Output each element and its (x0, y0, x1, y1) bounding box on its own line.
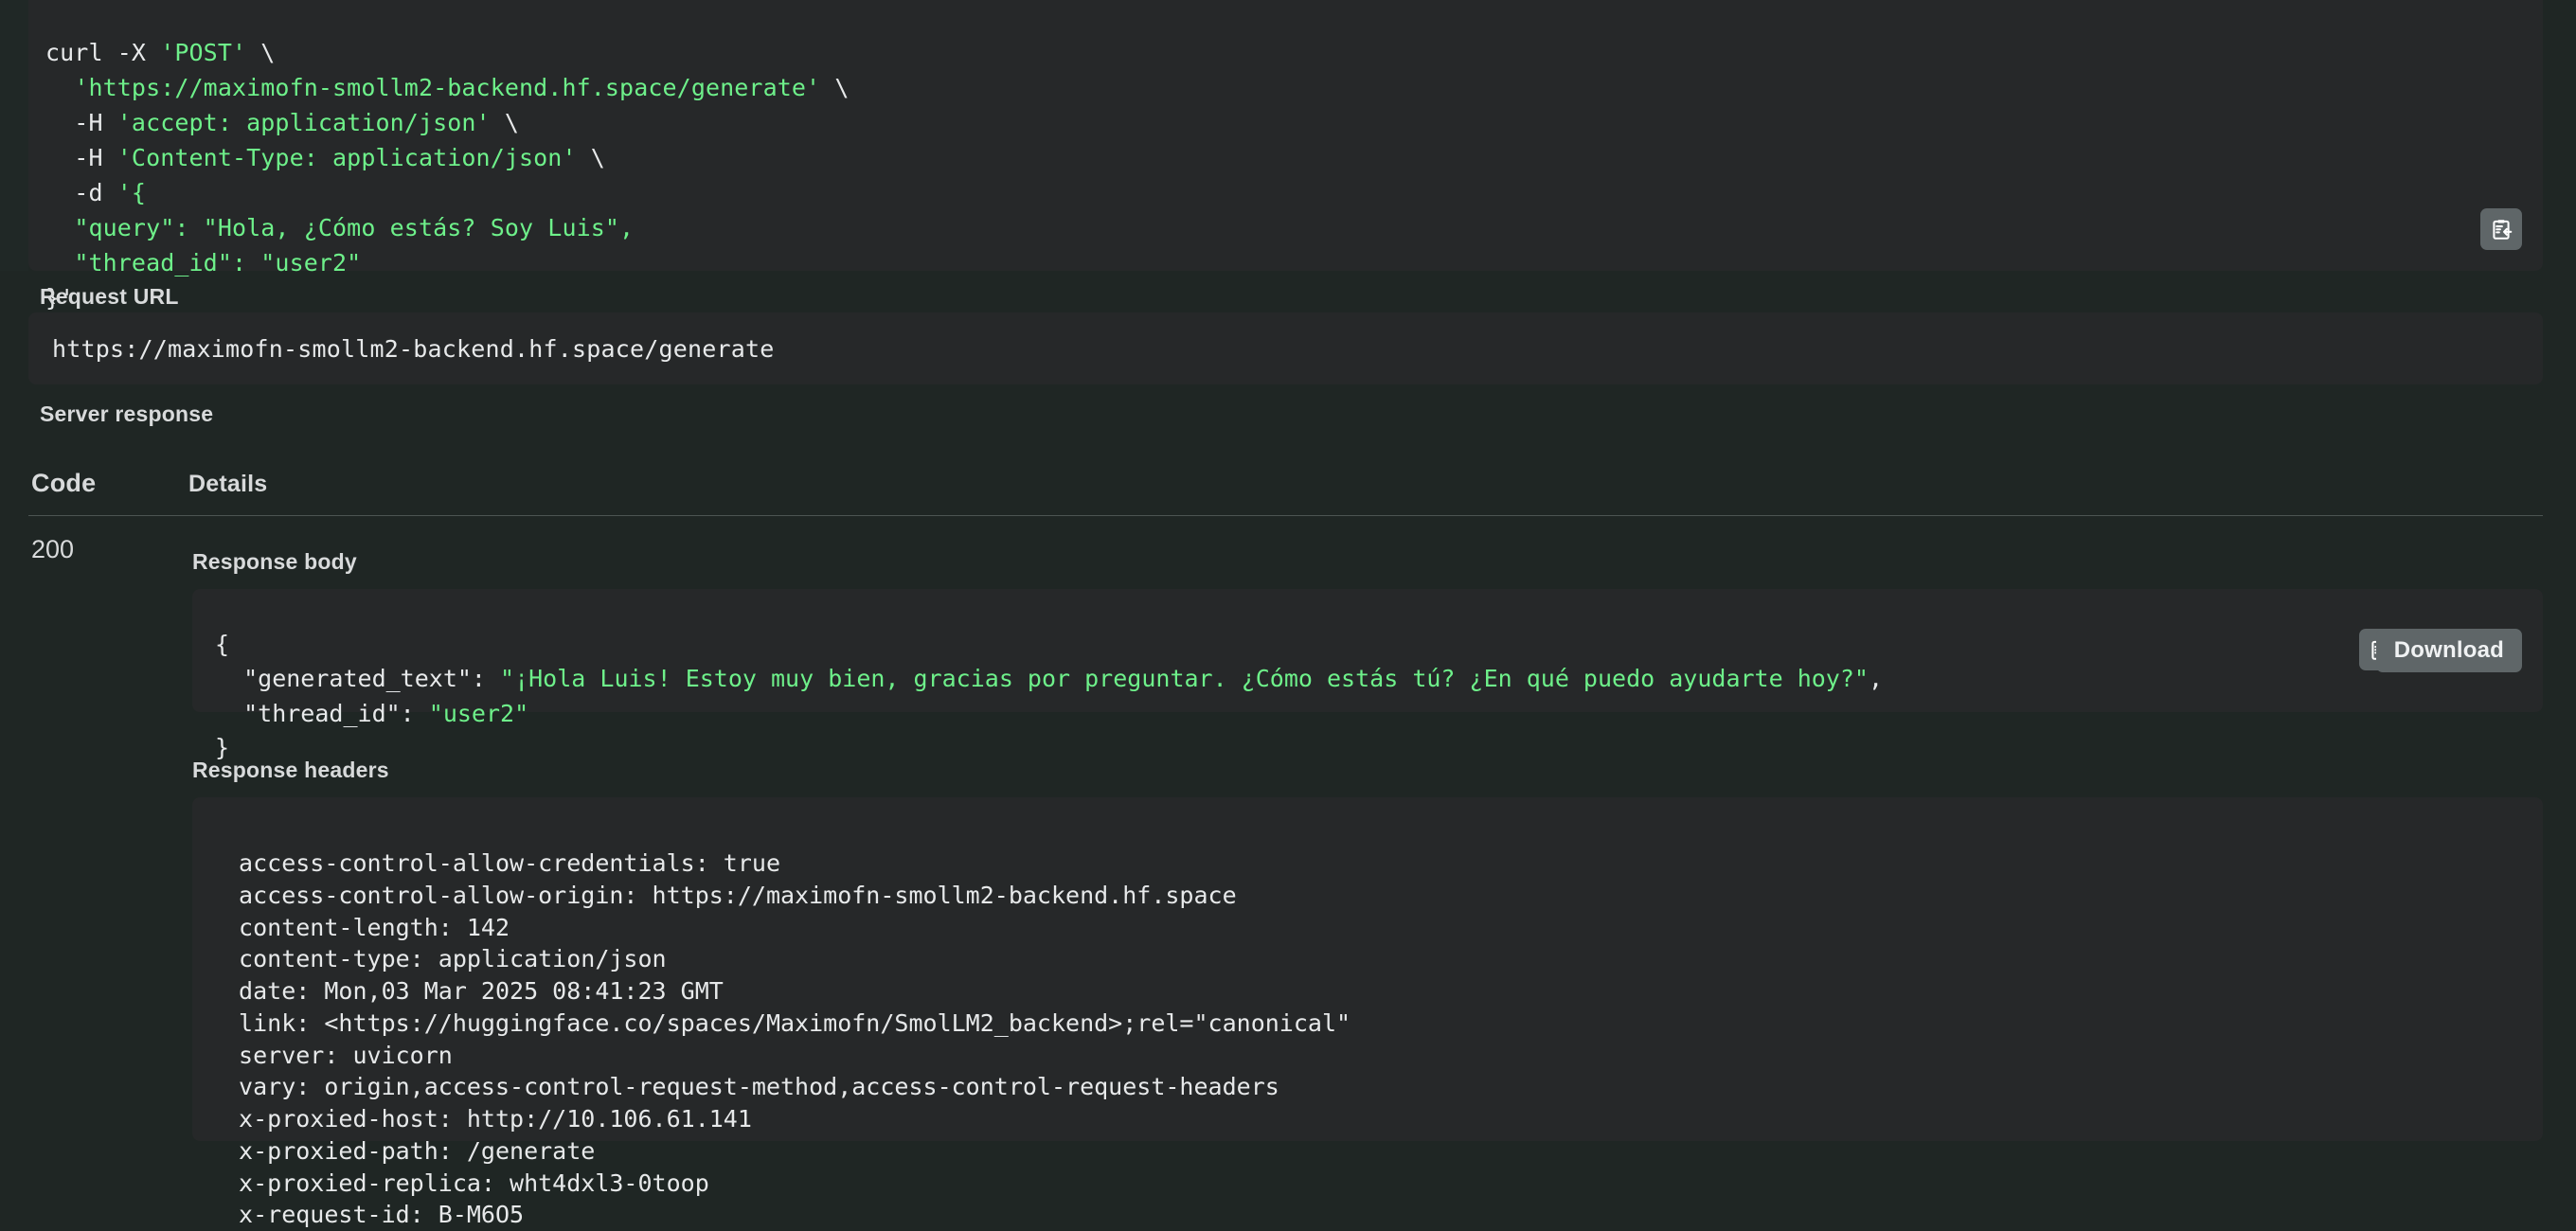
curl-command-block: curl -X 'POST' \ 'https://maximofn-smoll… (0, 0, 2543, 312)
response-body-text: { "generated_text": "¡Hola Luis! Estoy m… (215, 631, 1884, 761)
column-header-details: Details (188, 471, 268, 497)
server-response-label: Server response (40, 401, 214, 426)
response-body-label: Response body (192, 549, 357, 574)
column-header-code: Code (31, 469, 97, 497)
clipboard-icon (2493, 220, 2513, 240)
download-button[interactable]: Download (2375, 629, 2522, 672)
response-headers-text: access-control-allow-credentials: true a… (239, 849, 1351, 1229)
response-headers-block: access-control-allow-credentials: true a… (192, 797, 2543, 1228)
request-url-block: https://maximofn-smollm2-backend.hf.spac… (28, 312, 2543, 384)
request-url-label: Request URL (40, 284, 179, 309)
request-url-value: https://maximofn-smollm2-backend.hf.spac… (52, 334, 775, 363)
copy-to-clipboard-icon-button[interactable] (2480, 208, 2522, 250)
curl-command-text: curl -X 'POST' \ 'https://maximofn-smoll… (45, 39, 850, 312)
status-code-value: 200 (31, 535, 75, 563)
response-body-block: { "generated_text": "¡Hola Luis! Estoy m… (192, 589, 2543, 761)
table-divider (28, 515, 2543, 516)
response-headers-label: Response headers (192, 758, 389, 782)
